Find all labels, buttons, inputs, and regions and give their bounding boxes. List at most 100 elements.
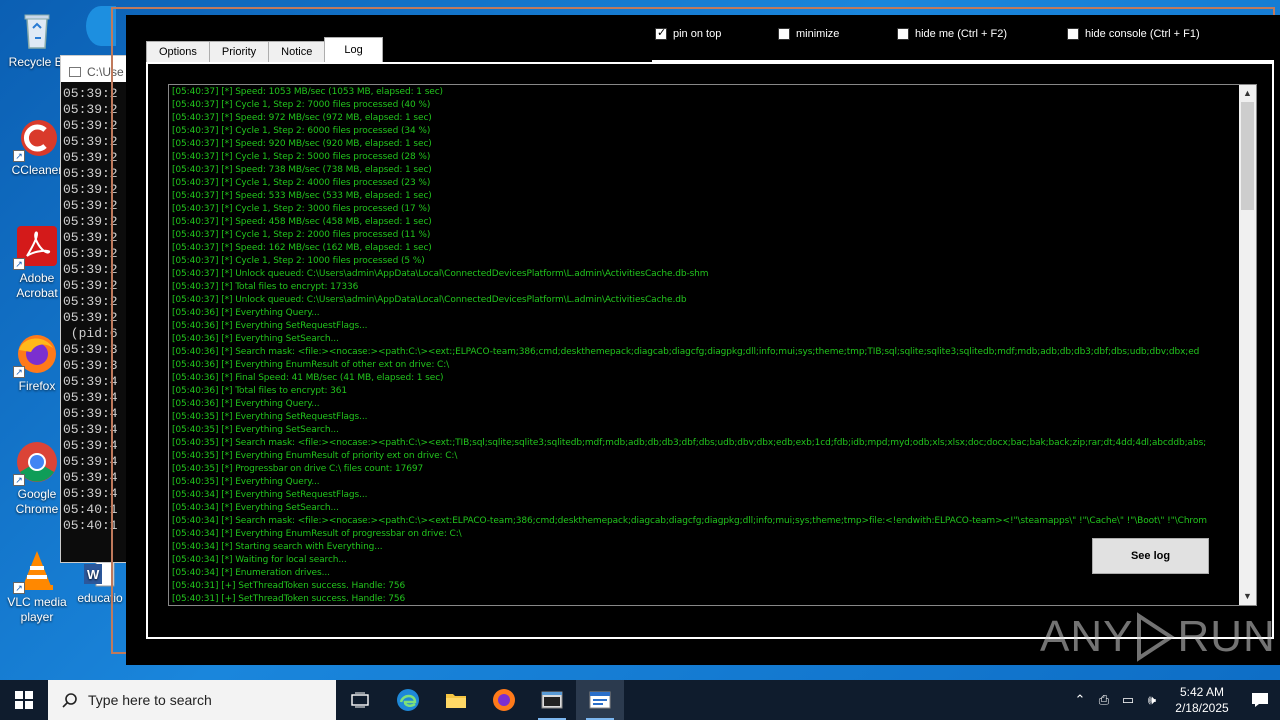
log-line: [05:40:37] [*] Total files to encrypt: 1… — [172, 282, 359, 292]
console-window[interactable]: C:\Use 05:39:2 05:39:2 05:39:2 05:39:2 05:39… — [60, 55, 130, 563]
notification-button[interactable] — [1240, 692, 1280, 708]
console-line: 05:39:2 — [63, 150, 118, 165]
taskbar-edge[interactable] — [384, 680, 432, 720]
search-icon — [62, 693, 77, 708]
taskbar: Type here to search ⌃ ⎙ ▭ 🕪 5:42 AM 2/18… — [0, 680, 1280, 720]
start-button[interactable] — [0, 680, 48, 720]
edge-icon — [86, 6, 116, 46]
console-line: 05:39:2 — [63, 102, 118, 117]
log-tab-panel: [05:40:37] [*] Speed: 1053 MB/sec (1053 … — [146, 62, 1274, 639]
chevron-up-icon[interactable]: ⌃ — [1068, 692, 1092, 708]
console-line: 05:39:2 — [63, 134, 118, 149]
console-line: 05:39:2 — [63, 118, 118, 133]
taskbar-ransomware-app[interactable] — [576, 680, 624, 720]
console-line: 05:39:4 — [63, 438, 118, 453]
console-line: 05:39:2 — [63, 310, 118, 325]
log-textbox[interactable]: [05:40:37] [*] Speed: 1053 MB/sec (1053 … — [168, 84, 1257, 606]
checkbox-label: hide me (Ctrl + F2) — [915, 28, 1007, 40]
console-line: 05:39:4 — [63, 470, 118, 485]
volume-icon[interactable]: 🕪 — [1140, 692, 1164, 708]
task-view-button[interactable] — [336, 680, 384, 720]
desktop-icon-label: educatio — [77, 591, 123, 605]
checkbox-box[interactable] — [778, 28, 790, 40]
notification-icon — [1252, 693, 1268, 707]
shortcut-arrow-icon: ↗ — [13, 150, 25, 162]
network-device-icon[interactable]: ⎙ — [1092, 692, 1116, 708]
checkbox-box[interactable] — [1067, 28, 1079, 40]
log-line: [05:40:34] [*] Everything SetSearch... — [172, 503, 339, 513]
shortcut-arrow-icon: ↗ — [13, 366, 25, 378]
network-icon[interactable]: ▭ — [1116, 692, 1140, 708]
console-line: 05:39:2 — [63, 198, 118, 213]
console-app-icon — [541, 691, 563, 709]
log-line: [05:40:34] [*] Everything SetRequestFlag… — [172, 490, 368, 500]
windows-logo-icon — [15, 691, 33, 709]
checkbox-label: hide console (Ctrl + F1) — [1085, 28, 1200, 40]
checkbox-box[interactable] — [897, 28, 909, 40]
console-title: C:\Use — [87, 65, 124, 79]
log-line: [05:40:36] [*] Search mask: <file:><noca… — [172, 347, 1200, 357]
clock[interactable]: 5:42 AM 2/18/2025 — [1164, 684, 1240, 716]
recycle-bin-icon — [15, 8, 59, 52]
desktop-icon-label: VLC media — [7, 595, 67, 609]
taskbar-search-box[interactable]: Type here to search — [48, 680, 336, 720]
tab-options[interactable]: Options — [146, 41, 210, 63]
console-line: 05:39:2 — [63, 86, 118, 101]
console-line: 05:39:2 — [63, 294, 118, 309]
log-scrollbar[interactable]: ▲ ▼ — [1239, 85, 1256, 605]
minimize-checkbox[interactable]: minimize — [778, 28, 839, 40]
log-line: [05:40:37] [*] Cycle 1, Step 2: 4000 fil… — [172, 178, 431, 188]
checkbox-label: pin on top — [673, 28, 722, 40]
console-line: 05:39:4 — [63, 374, 118, 389]
console-line: 05:39:2 — [63, 182, 118, 197]
log-line: [05:40:37] [*] Unlock queued: C:\Users\a… — [172, 295, 687, 305]
console-line: 05:39:4 — [63, 390, 118, 405]
console-line: 05:39:2 — [63, 262, 118, 277]
hide-console-checkbox[interactable]: hide console (Ctrl + F1) — [1067, 28, 1200, 40]
taskbar-console[interactable] — [528, 680, 576, 720]
log-line: [05:40:34] [*] Enumeration drives... — [172, 568, 330, 578]
log-line: [05:40:37] [*] Cycle 1, Step 2: 1000 fil… — [172, 256, 425, 266]
see-log-button[interactable]: See log — [1092, 538, 1209, 574]
watermark-left-text: ANY — [1040, 612, 1134, 661]
log-line: [05:40:37] [*] Speed: 533 MB/sec (533 MB… — [172, 191, 432, 201]
ccleaner-icon: ↗ — [13, 116, 59, 162]
anyrun-watermark: ANY RUN — [1040, 612, 1276, 662]
pin-on-top-checkbox[interactable]: pin on top — [655, 26, 722, 40]
scroll-thumb[interactable] — [1241, 102, 1254, 210]
log-lines: [05:40:37] [*] Speed: 1053 MB/sec (1053 … — [172, 86, 1238, 604]
desktop-icon-education[interactable]: W educatio — [70, 561, 130, 606]
scroll-up-icon[interactable]: ▲ — [1239, 85, 1256, 102]
log-line: [05:40:35] [*] Everything EnumResult of … — [172, 451, 458, 461]
log-line: [05:40:35] [*] Progressbar on drive C:\ … — [172, 464, 424, 474]
desktop-icon-label: Firefox — [18, 379, 56, 393]
log-line: [05:40:37] [*] Cycle 1, Step 2: 6000 fil… — [172, 126, 431, 136]
system-tray: ⌃ ⎙ ▭ 🕪 5:42 AM 2/18/2025 — [1068, 680, 1280, 720]
console-line: 05:39:2 — [63, 166, 118, 181]
app-window-icon — [589, 691, 611, 709]
clock-time: 5:42 AM — [1179, 685, 1225, 699]
log-line: [05:40:36] [*] Everything Query... — [172, 399, 320, 409]
edge-icon — [397, 689, 419, 711]
hide-me-checkbox[interactable]: hide me (Ctrl + F2) — [897, 28, 1007, 40]
log-line: [05:40:37] [*] Speed: 458 MB/sec (458 MB… — [172, 217, 432, 227]
word-document-icon: W — [84, 561, 116, 588]
taskbar-file-explorer[interactable] — [432, 680, 480, 720]
log-line: [05:40:37] [*] Unlock queued: C:\Users\a… — [172, 269, 709, 279]
tab-priority[interactable]: Priority — [208, 41, 270, 63]
tab-log[interactable]: Log — [324, 37, 383, 63]
scroll-down-icon[interactable]: ▼ — [1239, 588, 1256, 605]
console-line: 05:39:4 — [63, 422, 118, 437]
tab-notice[interactable]: Notice — [268, 41, 326, 63]
console-icon — [69, 67, 81, 77]
vlc-icon: ↗ — [13, 548, 59, 594]
taskbar-firefox[interactable] — [480, 680, 528, 720]
firefox-icon: ↗ — [13, 332, 59, 378]
log-line: [05:40:31] [+] SetThreadToken success. H… — [172, 594, 406, 604]
firefox-icon — [493, 689, 515, 711]
log-line: [05:40:37] [*] Speed: 972 MB/sec (972 MB… — [172, 113, 432, 123]
log-line: [05:40:35] [*] Everything SetRequestFlag… — [172, 412, 368, 422]
ransomware-window[interactable]: pin on top minimize hide me (Ctrl + F2) … — [126, 15, 1280, 665]
checkbox-box[interactable] — [655, 26, 667, 40]
console-titlebar[interactable]: C:\Use — [61, 56, 129, 82]
